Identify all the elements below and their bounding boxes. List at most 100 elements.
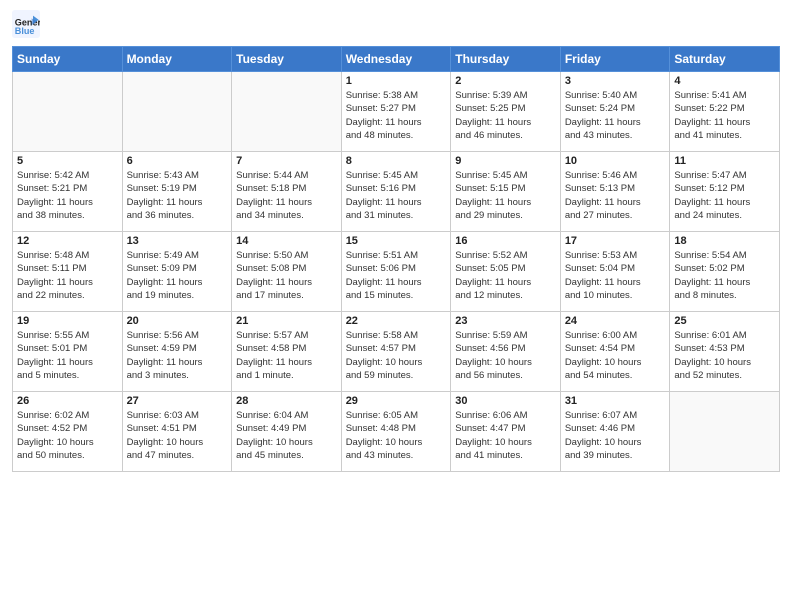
day-number: 22 <box>346 315 447 327</box>
calendar-body: 1 Sunrise: 5:38 AM Sunset: 5:27 PM Daylig… <box>13 72 780 472</box>
day-number: 8 <box>346 155 447 167</box>
day-header-friday: Friday <box>560 47 670 72</box>
calendar-cell: 24 Sunrise: 6:00 AM Sunset: 4:54 PM Dayli… <box>560 312 670 392</box>
calendar-cell: 23Sunrise: 5:59 AM Sunset: 4:56 PM Dayli… <box>451 312 561 392</box>
day-info: Sunrise: 5:50 AM Sunset: 5:08 PM Dayligh… <box>236 249 337 302</box>
day-info: Sunrise: 6:00 AM Sunset: 4:54 PM Dayligh… <box>565 329 666 382</box>
calendar-cell: 27 Sunrise: 6:03 AM Sunset: 4:51 PM Dayli… <box>122 392 232 472</box>
day-number: 29 <box>346 395 447 407</box>
calendar-cell: 5Sunrise: 5:42 AM Sunset: 5:21 PM Daylig… <box>13 152 123 232</box>
calendar-cell: 21Sunrise: 5:57 AM Sunset: 4:58 PM Dayli… <box>232 312 342 392</box>
day-info: Sunrise: 6:02 AM Sunset: 4:52 PM Dayligh… <box>17 409 118 462</box>
day-info: Sunrise: 6:05 AM Sunset: 4:48 PM Dayligh… <box>346 409 447 462</box>
calendar-cell: 4Sunrise: 5:41 AM Sunset: 5:22 PM Daylig… <box>670 72 780 152</box>
calendar-cell: 30 Sunrise: 6:06 AM Sunset: 4:47 PM Dayli… <box>451 392 561 472</box>
day-header-wednesday: Wednesday <box>341 47 451 72</box>
day-number: 19 <box>17 315 118 327</box>
day-info: Sunrise: 5:58 AM Sunset: 4:57 PM Dayligh… <box>346 329 447 382</box>
day-info: Sunrise: 5:53 AM Sunset: 5:04 PM Dayligh… <box>565 249 666 302</box>
day-header-thursday: Thursday <box>451 47 561 72</box>
day-info: Sunrise: 5:54 AM Sunset: 5:02 PM Dayligh… <box>674 249 775 302</box>
calendar-header: SundayMondayTuesdayWednesdayThursdayFrid… <box>13 47 780 72</box>
day-info: Sunrise: 6:03 AM Sunset: 4:51 PM Dayligh… <box>127 409 228 462</box>
day-info: Sunrise: 5:39 AM Sunset: 5:25 PM Dayligh… <box>455 89 556 142</box>
day-info: Sunrise: 5:55 AM Sunset: 5:01 PM Dayligh… <box>17 329 118 382</box>
calendar-cell: 10 Sunrise: 5:46 AM Sunset: 5:13 PM Dayli… <box>560 152 670 232</box>
day-number: 18 <box>674 235 775 247</box>
week-row-4: 26 Sunrise: 6:02 AM Sunset: 4:52 PM Dayli… <box>13 392 780 472</box>
day-info: Sunrise: 5:56 AM Sunset: 4:59 PM Dayligh… <box>127 329 228 382</box>
day-info: Sunrise: 5:46 AM Sunset: 5:13 PM Dayligh… <box>565 169 666 222</box>
calendar-cell: 8 Sunrise: 5:45 AM Sunset: 5:16 PM Daylig… <box>341 152 451 232</box>
day-number: 13 <box>127 235 228 247</box>
day-info: Sunrise: 5:52 AM Sunset: 5:05 PM Dayligh… <box>455 249 556 302</box>
calendar-cell <box>13 72 123 152</box>
day-info: Sunrise: 6:04 AM Sunset: 4:49 PM Dayligh… <box>236 409 337 462</box>
day-number: 2 <box>455 75 556 87</box>
day-number: 20 <box>127 315 228 327</box>
calendar-container: General Blue SundayMondayTuesdayWednesda… <box>0 0 792 612</box>
calendar-cell: 15Sunrise: 5:51 AM Sunset: 5:06 PM Dayli… <box>341 232 451 312</box>
day-number: 6 <box>127 155 228 167</box>
day-info: Sunrise: 5:47 AM Sunset: 5:12 PM Dayligh… <box>674 169 775 222</box>
calendar-cell: 6 Sunrise: 5:43 AM Sunset: 5:19 PM Daylig… <box>122 152 232 232</box>
day-info: Sunrise: 5:38 AM Sunset: 5:27 PM Dayligh… <box>346 89 447 142</box>
day-info: Sunrise: 5:43 AM Sunset: 5:19 PM Dayligh… <box>127 169 228 222</box>
week-row-3: 19 Sunrise: 5:55 AM Sunset: 5:01 PM Dayli… <box>13 312 780 392</box>
calendar-cell: 29 Sunrise: 6:05 AM Sunset: 4:48 PM Dayli… <box>341 392 451 472</box>
header: General Blue <box>12 10 780 38</box>
day-number: 28 <box>236 395 337 407</box>
day-number: 17 <box>565 235 666 247</box>
week-row-2: 12 Sunrise: 5:48 AM Sunset: 5:11 PM Dayli… <box>13 232 780 312</box>
day-info: Sunrise: 5:59 AM Sunset: 4:56 PM Dayligh… <box>455 329 556 382</box>
calendar-cell: 12 Sunrise: 5:48 AM Sunset: 5:11 PM Dayli… <box>13 232 123 312</box>
day-number: 12 <box>17 235 118 247</box>
day-number: 3 <box>565 75 666 87</box>
day-header-saturday: Saturday <box>670 47 780 72</box>
day-number: 11 <box>674 155 775 167</box>
day-header-sunday: Sunday <box>13 47 123 72</box>
calendar-cell: 25Sunrise: 6:01 AM Sunset: 4:53 PM Dayli… <box>670 312 780 392</box>
calendar-cell: 1 Sunrise: 5:38 AM Sunset: 5:27 PM Daylig… <box>341 72 451 152</box>
days-of-week-row: SundayMondayTuesdayWednesdayThursdayFrid… <box>13 47 780 72</box>
day-info: Sunrise: 6:01 AM Sunset: 4:53 PM Dayligh… <box>674 329 775 382</box>
day-info: Sunrise: 5:48 AM Sunset: 5:11 PM Dayligh… <box>17 249 118 302</box>
calendar-cell: 17 Sunrise: 5:53 AM Sunset: 5:04 PM Dayli… <box>560 232 670 312</box>
day-info: Sunrise: 5:40 AM Sunset: 5:24 PM Dayligh… <box>565 89 666 142</box>
day-number: 31 <box>565 395 666 407</box>
day-number: 10 <box>565 155 666 167</box>
week-row-1: 5Sunrise: 5:42 AM Sunset: 5:21 PM Daylig… <box>13 152 780 232</box>
calendar-cell: 26 Sunrise: 6:02 AM Sunset: 4:52 PM Dayli… <box>13 392 123 472</box>
day-info: Sunrise: 5:44 AM Sunset: 5:18 PM Dayligh… <box>236 169 337 222</box>
day-info: Sunrise: 5:45 AM Sunset: 5:15 PM Dayligh… <box>455 169 556 222</box>
day-number: 4 <box>674 75 775 87</box>
day-number: 30 <box>455 395 556 407</box>
day-number: 24 <box>565 315 666 327</box>
day-number: 9 <box>455 155 556 167</box>
calendar-cell: 7 Sunrise: 5:44 AM Sunset: 5:18 PM Daylig… <box>232 152 342 232</box>
day-info: Sunrise: 5:42 AM Sunset: 5:21 PM Dayligh… <box>17 169 118 222</box>
calendar-cell: 20 Sunrise: 5:56 AM Sunset: 4:59 PM Dayli… <box>122 312 232 392</box>
calendar-cell: 16Sunrise: 5:52 AM Sunset: 5:05 PM Dayli… <box>451 232 561 312</box>
day-number: 21 <box>236 315 337 327</box>
calendar-cell <box>670 392 780 472</box>
week-row-0: 1 Sunrise: 5:38 AM Sunset: 5:27 PM Daylig… <box>13 72 780 152</box>
day-info: Sunrise: 5:45 AM Sunset: 5:16 PM Dayligh… <box>346 169 447 222</box>
day-number: 1 <box>346 75 447 87</box>
day-header-monday: Monday <box>122 47 232 72</box>
day-number: 26 <box>17 395 118 407</box>
calendar-cell: 22 Sunrise: 5:58 AM Sunset: 4:57 PM Dayli… <box>341 312 451 392</box>
logo-icon: General Blue <box>12 10 40 38</box>
day-number: 27 <box>127 395 228 407</box>
day-info: Sunrise: 6:06 AM Sunset: 4:47 PM Dayligh… <box>455 409 556 462</box>
day-number: 14 <box>236 235 337 247</box>
calendar-cell <box>232 72 342 152</box>
day-info: Sunrise: 6:07 AM Sunset: 4:46 PM Dayligh… <box>565 409 666 462</box>
calendar-cell: 31 Sunrise: 6:07 AM Sunset: 4:46 PM Dayli… <box>560 392 670 472</box>
day-info: Sunrise: 5:49 AM Sunset: 5:09 PM Dayligh… <box>127 249 228 302</box>
svg-text:Blue: Blue <box>15 26 35 36</box>
day-number: 15 <box>346 235 447 247</box>
calendar-cell: 18 Sunrise: 5:54 AM Sunset: 5:02 PM Dayli… <box>670 232 780 312</box>
calendar-cell: 13 Sunrise: 5:49 AM Sunset: 5:09 PM Dayli… <box>122 232 232 312</box>
day-number: 7 <box>236 155 337 167</box>
